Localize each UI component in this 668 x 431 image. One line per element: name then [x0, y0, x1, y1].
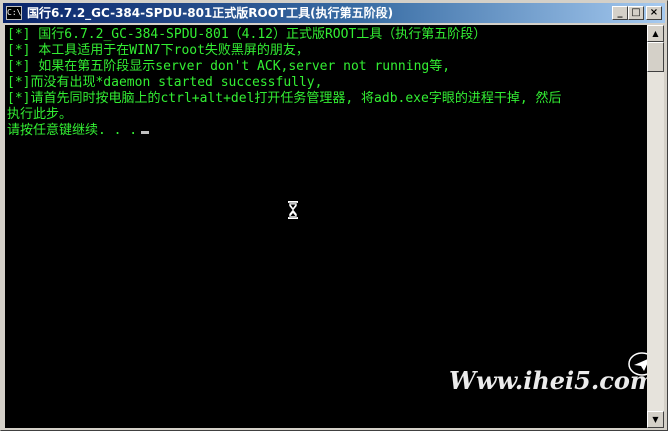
console-prompt-line: 请按任意键继续. . .: [7, 123, 150, 139]
text-cursor: [141, 131, 150, 134]
close-button[interactable]: ×: [646, 6, 662, 20]
console-prompt: 请按任意键继续. . .: [7, 123, 138, 138]
title-bar[interactable]: C:\ 国行6.7.2_GC-384-SPDU-801正式版ROOT工具(执行第…: [3, 3, 665, 23]
scroll-thumb[interactable]: [647, 42, 664, 72]
scroll-up-button[interactable]: ▲: [647, 25, 664, 42]
console-line: [*]而没有出现*daemon started successfully,: [7, 75, 323, 90]
console-window: C:\ 国行6.7.2_GC-384-SPDU-801正式版ROOT工具(执行第…: [0, 0, 668, 431]
console-line: 执行此步。: [7, 107, 73, 122]
console-output[interactable]: [*] 国行6.7.2_GC-384-SPDU-801（4.12）正式版ROOT…: [5, 25, 647, 428]
console-line: [*] 本工具适用于在WIN7下root失败黑屏的朋友，: [7, 43, 309, 58]
maximize-button[interactable]: □: [628, 6, 644, 20]
console-icon[interactable]: C:\: [6, 6, 22, 20]
minimize-button[interactable]: _: [612, 6, 628, 20]
console-line: [*]请首先同时按电脑上的ctrl+alt+del打开任务管理器, 将adb.e…: [7, 91, 562, 106]
hourglass-icon: [288, 201, 298, 219]
vertical-scrollbar[interactable]: ▲ ▼: [647, 25, 664, 428]
console-line: [*] 国行6.7.2_GC-384-SPDU-801（4.12）正式版ROOT…: [7, 27, 487, 42]
scroll-down-button[interactable]: ▼: [647, 411, 664, 428]
window-title: 国行6.7.2_GC-384-SPDU-801正式版ROOT工具(执行第五阶段): [27, 6, 394, 20]
console-line: [*] 如果在第五阶段显示server don't ACK,server not…: [7, 59, 451, 74]
watermark-text: Www.ihei5.com: [449, 366, 647, 395]
